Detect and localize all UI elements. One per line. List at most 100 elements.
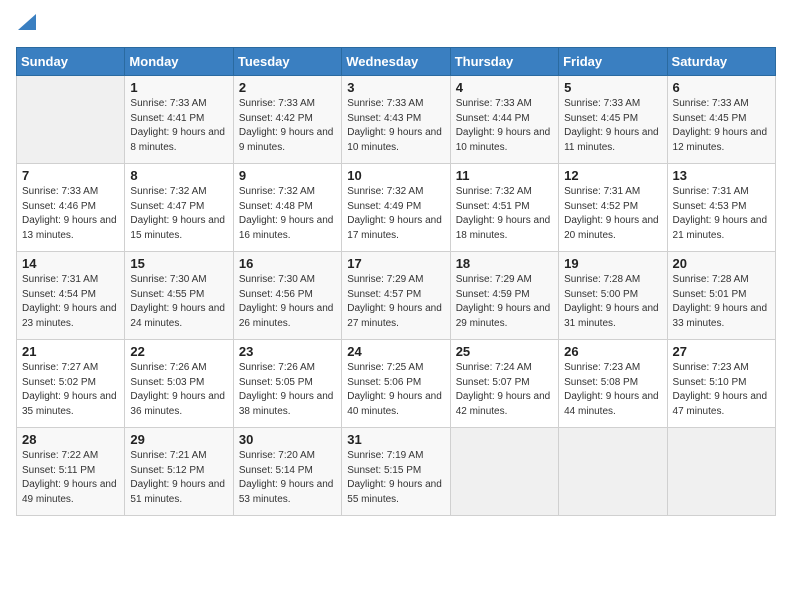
day-info: Sunrise: 7:25 AM Sunset: 5:06 PM Dayligh… (347, 361, 444, 419)
day-info: Sunrise: 7:30 AM Sunset: 4:55 PM Dayligh… (130, 273, 227, 331)
calendar-cell: 30 Sunrise: 7:20 AM Sunset: 5:14 PM Dayli… (233, 428, 341, 516)
day-info: Sunrise: 7:29 AM Sunset: 4:59 PM Dayligh… (456, 273, 553, 331)
calendar-cell: 19Sunrise: 7:28 AM Sunset: 5:00 PM Dayli… (559, 252, 667, 340)
day-number: 11 (456, 168, 553, 183)
day-info: Sunrise: 7:28 AM Sunset: 5:01 PM Dayligh… (673, 273, 770, 331)
calendar-cell: 15 Sunrise: 7:30 AM Sunset: 4:55 PM Dayli… (125, 252, 233, 340)
day-number: 29 (130, 432, 227, 447)
day-info: Sunrise: 7:24 AM Sunset: 5:07 PM Dayligh… (456, 361, 553, 419)
calendar-cell: 25 Sunrise: 7:24 AM Sunset: 5:07 PM Dayli… (450, 340, 558, 428)
day-info: Sunrise: 7:31 AM Sunset: 4:52 PM Dayligh… (564, 185, 661, 243)
calendar-cell: 2 Sunrise: 7:33 AM Sunset: 4:42 PM Daylig… (233, 76, 341, 164)
day-info: Sunrise: 7:30 AM Sunset: 4:56 PM Dayligh… (239, 273, 336, 331)
day-number: 10 (347, 168, 444, 183)
calendar-week-row: 21 Sunrise: 7:27 AM Sunset: 5:02 PM Dayli… (17, 340, 776, 428)
day-header-friday: Friday (559, 48, 667, 76)
calendar-week-row: 7 Sunrise: 7:33 AM Sunset: 4:46 PM Daylig… (17, 164, 776, 252)
day-number: 9 (239, 168, 336, 183)
calendar-cell: 24Sunrise: 7:25 AM Sunset: 5:06 PM Dayli… (342, 340, 450, 428)
day-header-row: SundayMondayTuesdayWednesdayThursdayFrid… (17, 48, 776, 76)
day-info: Sunrise: 7:33 AM Sunset: 4:43 PM Dayligh… (347, 97, 444, 155)
calendar-cell: 18Sunrise: 7:29 AM Sunset: 4:59 PM Dayli… (450, 252, 558, 340)
day-number: 6 (673, 80, 770, 95)
day-header-wednesday: Wednesday (342, 48, 450, 76)
calendar-cell: 11 Sunrise: 7:32 AM Sunset: 4:51 PM Dayli… (450, 164, 558, 252)
day-info: Sunrise: 7:21 AM Sunset: 5:12 PM Dayligh… (130, 449, 227, 507)
day-info: Sunrise: 7:20 AM Sunset: 5:14 PM Dayligh… (239, 449, 336, 507)
calendar-cell: 26Sunrise: 7:23 AM Sunset: 5:08 PM Dayli… (559, 340, 667, 428)
logo (16, 16, 36, 37)
calendar-cell: 17Sunrise: 7:29 AM Sunset: 4:57 PM Dayli… (342, 252, 450, 340)
day-number: 30 (239, 432, 336, 447)
page-header (16, 16, 776, 37)
day-header-tuesday: Tuesday (233, 48, 341, 76)
calendar-cell: 6 Sunrise: 7:33 AM Sunset: 4:45 PM Daylig… (667, 76, 775, 164)
calendar-cell (559, 428, 667, 516)
day-number: 31 (347, 432, 444, 447)
calendar-cell: 12 Sunrise: 7:31 AM Sunset: 4:52 PM Dayli… (559, 164, 667, 252)
day-number: 3 (347, 80, 444, 95)
day-number: 16 (239, 256, 336, 271)
day-info: Sunrise: 7:23 AM Sunset: 5:08 PM Dayligh… (564, 361, 661, 419)
calendar-cell: 21 Sunrise: 7:27 AM Sunset: 5:02 PM Dayli… (17, 340, 125, 428)
day-info: Sunrise: 7:27 AM Sunset: 5:02 PM Dayligh… (22, 361, 119, 419)
day-number: 15 (130, 256, 227, 271)
calendar-week-row: 1 Sunrise: 7:33 AM Sunset: 4:41 PM Daylig… (17, 76, 776, 164)
day-number: 27 (673, 344, 770, 359)
day-info: Sunrise: 7:33 AM Sunset: 4:45 PM Dayligh… (564, 97, 661, 155)
day-info: Sunrise: 7:33 AM Sunset: 4:41 PM Dayligh… (130, 97, 227, 155)
calendar-week-row: 14 Sunrise: 7:31 AM Sunset: 4:54 PM Dayli… (17, 252, 776, 340)
day-number: 22 (130, 344, 227, 359)
calendar-cell: 4Sunrise: 7:33 AM Sunset: 4:44 PM Daylig… (450, 76, 558, 164)
day-number: 17 (347, 256, 444, 271)
day-info: Sunrise: 7:33 AM Sunset: 4:42 PM Dayligh… (239, 97, 336, 155)
calendar-cell (17, 76, 125, 164)
day-info: Sunrise: 7:31 AM Sunset: 4:54 PM Dayligh… (22, 273, 119, 331)
day-info: Sunrise: 7:33 AM Sunset: 4:44 PM Dayligh… (456, 97, 553, 155)
day-info: Sunrise: 7:19 AM Sunset: 5:15 PM Dayligh… (347, 449, 444, 507)
calendar-table: SundayMondayTuesdayWednesdayThursdayFrid… (16, 47, 776, 516)
day-number: 1 (130, 80, 227, 95)
day-number: 28 (22, 432, 119, 447)
calendar-cell: 23 Sunrise: 7:26 AM Sunset: 5:05 PM Dayli… (233, 340, 341, 428)
day-number: 23 (239, 344, 336, 359)
day-info: Sunrise: 7:26 AM Sunset: 5:05 PM Dayligh… (239, 361, 336, 419)
day-number: 21 (22, 344, 119, 359)
day-number: 12 (564, 168, 661, 183)
day-info: Sunrise: 7:28 AM Sunset: 5:00 PM Dayligh… (564, 273, 661, 331)
calendar-cell: 22 Sunrise: 7:26 AM Sunset: 5:03 PM Dayli… (125, 340, 233, 428)
calendar-cell (450, 428, 558, 516)
day-number: 8 (130, 168, 227, 183)
calendar-cell: 8 Sunrise: 7:32 AM Sunset: 4:47 PM Daylig… (125, 164, 233, 252)
day-number: 2 (239, 80, 336, 95)
day-header-monday: Monday (125, 48, 233, 76)
day-number: 14 (22, 256, 119, 271)
calendar-cell: 28 Sunrise: 7:22 AM Sunset: 5:11 PM Dayli… (17, 428, 125, 516)
day-info: Sunrise: 7:32 AM Sunset: 4:51 PM Dayligh… (456, 185, 553, 243)
day-info: Sunrise: 7:32 AM Sunset: 4:47 PM Dayligh… (130, 185, 227, 243)
day-number: 7 (22, 168, 119, 183)
day-number: 13 (673, 168, 770, 183)
day-info: Sunrise: 7:33 AM Sunset: 4:46 PM Dayligh… (22, 185, 119, 243)
day-info: Sunrise: 7:22 AM Sunset: 5:11 PM Dayligh… (22, 449, 119, 507)
day-info: Sunrise: 7:32 AM Sunset: 4:48 PM Dayligh… (239, 185, 336, 243)
day-number: 20 (673, 256, 770, 271)
day-header-sunday: Sunday (17, 48, 125, 76)
calendar-cell: 10 Sunrise: 7:32 AM Sunset: 4:49 PM Dayli… (342, 164, 450, 252)
day-number: 25 (456, 344, 553, 359)
calendar-cell: 31 Sunrise: 7:19 AM Sunset: 5:15 PM Dayli… (342, 428, 450, 516)
calendar-cell: 1 Sunrise: 7:33 AM Sunset: 4:41 PM Daylig… (125, 76, 233, 164)
calendar-cell: 5 Sunrise: 7:33 AM Sunset: 4:45 PM Daylig… (559, 76, 667, 164)
day-info: Sunrise: 7:33 AM Sunset: 4:45 PM Dayligh… (673, 97, 770, 155)
day-info: Sunrise: 7:23 AM Sunset: 5:10 PM Dayligh… (673, 361, 770, 419)
calendar-cell (667, 428, 775, 516)
calendar-cell: 29 Sunrise: 7:21 AM Sunset: 5:12 PM Dayli… (125, 428, 233, 516)
day-info: Sunrise: 7:32 AM Sunset: 4:49 PM Dayligh… (347, 185, 444, 243)
calendar-cell: 27 Sunrise: 7:23 AM Sunset: 5:10 PM Dayli… (667, 340, 775, 428)
calendar-cell: 7 Sunrise: 7:33 AM Sunset: 4:46 PM Daylig… (17, 164, 125, 252)
day-header-thursday: Thursday (450, 48, 558, 76)
day-number: 5 (564, 80, 661, 95)
calendar-cell: 14 Sunrise: 7:31 AM Sunset: 4:54 PM Dayli… (17, 252, 125, 340)
calendar-cell: 20 Sunrise: 7:28 AM Sunset: 5:01 PM Dayli… (667, 252, 775, 340)
day-info: Sunrise: 7:26 AM Sunset: 5:03 PM Dayligh… (130, 361, 227, 419)
